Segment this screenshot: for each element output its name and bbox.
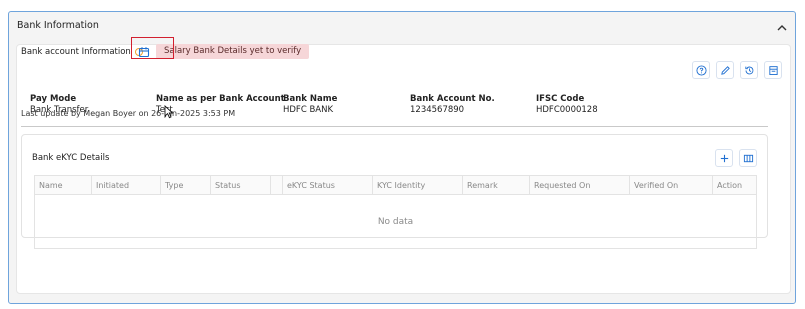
- calendar-icon[interactable]: [138, 43, 150, 58]
- account-number-field: Bank Account No. 1234567890: [410, 94, 495, 115]
- ifsc-label: IFSC Code: [536, 94, 585, 104]
- column-header-ekyc-status[interactable]: eKYC Status: [283, 176, 373, 195]
- no-data-text: No data: [377, 216, 414, 227]
- ifsc-value: HDFC0000128: [536, 105, 598, 115]
- column-header-type[interactable]: Type: [161, 176, 211, 195]
- section-header[interactable]: Bank Information: [9, 12, 795, 42]
- account-name-label: Name as per Bank Account: [156, 94, 285, 104]
- column-header-initiated[interactable]: Initiated: [92, 176, 161, 195]
- account-number-value: 1234567890: [410, 105, 465, 115]
- help-icon[interactable]: [692, 61, 710, 79]
- bank-name-value: HDFC BANK: [283, 105, 334, 115]
- card-actions: [692, 61, 782, 79]
- ekyc-table: Name Initiated Type Status eKYC Status K…: [34, 175, 757, 249]
- section-divider: [21, 126, 768, 127]
- ekyc-title: Bank eKYC Details: [32, 153, 110, 163]
- bank-account-info-label: Bank account Information: [21, 47, 131, 57]
- edit-icon[interactable]: [716, 61, 734, 79]
- column-header-spacer: [271, 176, 283, 195]
- history-icon[interactable]: [740, 61, 758, 79]
- last-update-text: Last update by Megan Boyer on 26-Jun-202…: [21, 109, 236, 118]
- bank-name-label: Bank Name: [283, 94, 338, 104]
- chevron-up-icon[interactable]: [775, 20, 789, 34]
- column-header-remark[interactable]: Remark: [463, 176, 530, 195]
- column-header-status[interactable]: Status: [211, 176, 271, 195]
- bank-account-info-label-row: Bank account Information: [21, 47, 143, 57]
- ekyc-actions: [715, 149, 757, 167]
- column-header-requested-on[interactable]: Requested On: [530, 176, 630, 195]
- ekyc-table-header: Name Initiated Type Status eKYC Status K…: [35, 176, 756, 195]
- mouse-cursor-icon: [164, 104, 174, 119]
- column-header-action[interactable]: Action: [713, 176, 756, 195]
- bank-name-field: Bank Name HDFC BANK: [283, 94, 337, 115]
- ekyc-card: Bank eKYC Details Name Initiated Type St…: [21, 134, 768, 249]
- columns-icon[interactable]: [739, 149, 757, 167]
- account-number-label: Bank Account No.: [410, 94, 495, 104]
- column-header-name[interactable]: Name: [35, 176, 92, 195]
- add-icon[interactable]: [715, 149, 733, 167]
- column-header-verified-on[interactable]: Verified On: [630, 176, 713, 195]
- verification-tooltip: Salary Bank Details yet to verify: [156, 44, 310, 59]
- document-icon[interactable]: [764, 61, 782, 79]
- pay-mode-label: Pay Mode: [30, 94, 77, 104]
- section-title: Bank Information: [17, 20, 99, 31]
- column-header-kyc-identity[interactable]: KYC Identity: [373, 176, 463, 195]
- ifsc-field: IFSC Code HDFC0000128: [536, 94, 598, 115]
